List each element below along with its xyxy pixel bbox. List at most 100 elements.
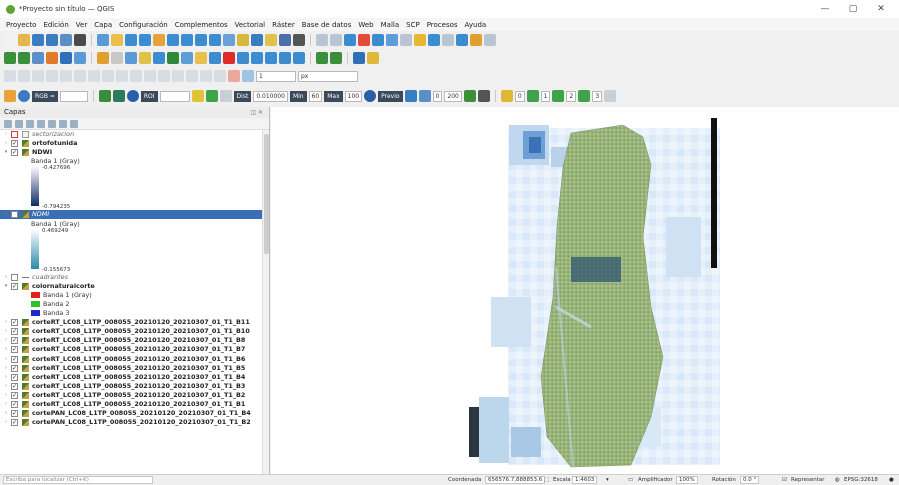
filter-legend-icon[interactable] xyxy=(37,119,45,128)
digitize-tool-24-icon[interactable] xyxy=(330,52,342,64)
expand-arrow-icon[interactable]: › xyxy=(3,139,9,148)
menu-item-complementos[interactable]: Complementos xyxy=(175,21,228,29)
digitize-tool-9-icon[interactable] xyxy=(125,52,137,64)
layer-row[interactable]: › ✓ cortePAN_LC08_L1TP_008055_20210120_202… xyxy=(0,409,262,418)
project-tool-24-icon[interactable] xyxy=(330,34,342,46)
digitize-tool-18-icon[interactable] xyxy=(251,52,263,64)
digitize-tool-26-icon[interactable] xyxy=(353,52,365,64)
layer-tree-scrollbar[interactable] xyxy=(262,130,269,474)
layer-row[interactable]: › ✓ corteRT_LC08_L1TP_008055_20210120_2021… xyxy=(0,327,262,336)
layer-row[interactable]: ▾ ✓ NDWI xyxy=(0,148,262,157)
band-n3-input[interactable]: 2 xyxy=(566,90,577,102)
project-tool-30-icon[interactable] xyxy=(414,34,426,46)
edit-tool-5-icon[interactable] xyxy=(74,70,86,82)
edit-tool-13-icon[interactable] xyxy=(186,70,198,82)
expand-all-icon[interactable] xyxy=(48,119,56,128)
edit-tool-17-icon[interactable] xyxy=(242,70,254,82)
project-tool-19-icon[interactable] xyxy=(265,34,277,46)
project-tool-3-icon[interactable] xyxy=(46,34,58,46)
layer-visibility-checkbox[interactable]: ✓ xyxy=(11,337,18,345)
menu-item-scp[interactable]: SCP xyxy=(406,21,420,29)
expand-arrow-icon[interactable]: › xyxy=(3,318,9,327)
digitize-tool-11-icon[interactable] xyxy=(153,52,165,64)
scale-combo[interactable]: 1:4603 xyxy=(572,475,598,484)
digitize-tool-19-icon[interactable] xyxy=(265,52,277,64)
messages-icon[interactable]: ● xyxy=(889,475,894,485)
expand-arrow-icon[interactable]: › xyxy=(3,345,9,354)
project-tool-21-icon[interactable] xyxy=(293,34,305,46)
band-next2-icon[interactable] xyxy=(552,90,565,102)
edit-tool-15-icon[interactable] xyxy=(214,70,226,82)
layer-row[interactable]: ▾ NDMI xyxy=(0,210,262,220)
project-tool-26-icon[interactable] xyxy=(358,34,370,46)
digitize-tool-27-icon[interactable] xyxy=(367,52,379,64)
digitize-tool-13-icon[interactable] xyxy=(181,52,193,64)
menu-item-vectorial[interactable]: Vectorial xyxy=(235,21,266,29)
expand-arrow-icon[interactable]: › xyxy=(3,391,9,400)
project-tool-12-icon[interactable] xyxy=(167,34,179,46)
layer-row[interactable]: › ✓ corteRT_LC08_L1TP_008055_20210120_2021… xyxy=(0,364,262,373)
project-tool-20-icon[interactable] xyxy=(279,34,291,46)
expand-arrow-icon[interactable]: › xyxy=(3,382,9,391)
digitize-tool-1-icon[interactable] xyxy=(18,52,30,64)
layer-visibility-checkbox[interactable]: ✓ xyxy=(11,319,18,327)
roi-toggle[interactable]: ROI xyxy=(140,90,158,102)
layer-visibility-checkbox[interactable]: ✓ xyxy=(11,149,18,157)
expand-arrow-icon[interactable]: › xyxy=(3,373,9,382)
digitize-tool-8-icon[interactable] xyxy=(111,52,123,64)
extents-toggle-icon[interactable]: ⬚ xyxy=(544,475,549,485)
close-icon[interactable]: ✕ xyxy=(867,0,895,18)
layer-visibility-checkbox[interactable]: ✓ xyxy=(11,364,18,372)
edit-tool-0-icon[interactable] xyxy=(4,70,16,82)
locator-search-input[interactable]: Escriba para localizar (Ctrl+K) xyxy=(3,476,153,484)
layer-visibility-checkbox[interactable]: ✓ xyxy=(11,140,18,148)
layer-row[interactable]: › ✓ corteRT_LC08_L1TP_008055_20210120_2021… xyxy=(0,400,262,409)
map-render[interactable] xyxy=(271,107,899,474)
project-tool-8-icon[interactable] xyxy=(111,34,123,46)
digitize-tool-21-icon[interactable] xyxy=(293,52,305,64)
edit-tool-7-icon[interactable] xyxy=(102,70,114,82)
digitize-tool-23-icon[interactable] xyxy=(316,52,328,64)
preview-t-icon[interactable] xyxy=(418,90,431,102)
project-tool-11-icon[interactable] xyxy=(153,34,165,46)
remove-layer-icon[interactable] xyxy=(70,119,78,128)
label-size-input[interactable]: 1 xyxy=(256,70,296,82)
expand-arrow-icon[interactable]: › xyxy=(3,327,9,336)
roi-combo[interactable] xyxy=(159,90,190,102)
layer-row[interactable]: › ✓ corteRT_LC08_L1TP_008055_20210120_2021… xyxy=(0,336,262,345)
edit-tool-6-icon[interactable] xyxy=(88,70,100,82)
max-input[interactable]: 100 xyxy=(344,90,363,102)
layer-visibility-checkbox[interactable]: ✓ xyxy=(11,401,18,408)
layer-visibility-checkbox[interactable]: ✓ xyxy=(11,391,18,399)
edit-tool-12-icon[interactable] xyxy=(172,70,184,82)
panel-close-icon[interactable]: ◫ ✕ xyxy=(250,107,263,118)
project-tool-31-icon[interactable] xyxy=(428,34,440,46)
project-tool-32-icon[interactable] xyxy=(442,34,454,46)
band-set-icon[interactable] xyxy=(500,90,513,102)
project-tool-5-icon[interactable] xyxy=(74,34,86,46)
digitize-tool-15-icon[interactable] xyxy=(209,52,221,64)
preview-zoom-icon[interactable] xyxy=(364,90,377,102)
project-tool-34-icon[interactable] xyxy=(470,34,482,46)
digitize-tool-5-icon[interactable] xyxy=(74,52,86,64)
band-n1-input[interactable]: 0 xyxy=(514,90,525,102)
layer-visibility-checkbox[interactable] xyxy=(11,211,18,219)
expand-arrow-icon[interactable]: › xyxy=(3,364,9,373)
digitize-tool-0-icon[interactable] xyxy=(4,52,16,64)
project-tool-7-icon[interactable] xyxy=(97,34,109,46)
scp-size-input[interactable]: 200 xyxy=(444,90,462,102)
layer-row[interactable]: › ✓ corteRT_LC08_L1TP_008055_20210120_2021… xyxy=(0,318,262,327)
roi-zoom-icon[interactable] xyxy=(126,90,139,102)
project-tool-10-icon[interactable] xyxy=(139,34,151,46)
layer-visibility-checkbox[interactable]: ✓ xyxy=(11,410,18,418)
edit-tool-8-icon[interactable] xyxy=(116,70,128,82)
project-tool-25-icon[interactable] xyxy=(344,34,356,46)
band-n4-input[interactable]: 3 xyxy=(592,90,603,102)
expand-arrow-icon[interactable]: › xyxy=(3,418,9,427)
project-tool-23-icon[interactable] xyxy=(316,34,328,46)
scp-dock-icon[interactable] xyxy=(4,90,16,102)
menu-item-configuraci-n[interactable]: Configuración xyxy=(119,21,168,29)
layer-row[interactable]: › ✓ corteRT_LC08_L1TP_008055_20210120_2021… xyxy=(0,382,262,391)
menu-item-web[interactable]: Web xyxy=(358,21,373,29)
layer-row[interactable]: › ✓ corteRT_LC08_L1TP_008055_20210120_2021… xyxy=(0,345,262,354)
